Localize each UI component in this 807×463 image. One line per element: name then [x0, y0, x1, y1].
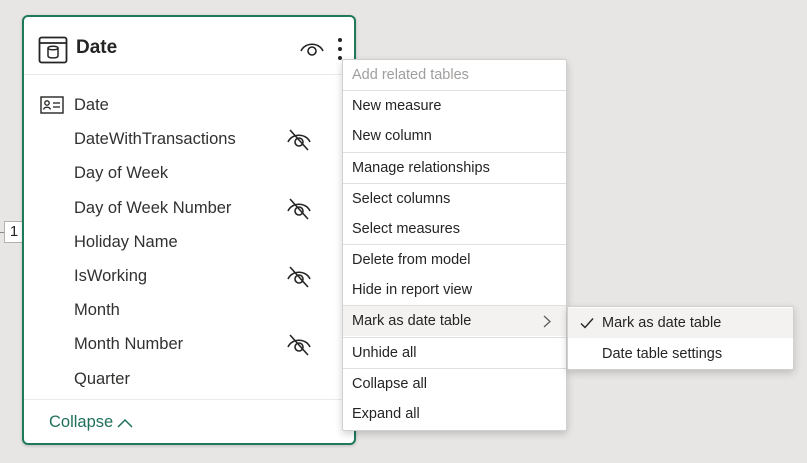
relationship-cardinality-marker[interactable]: 1 [4, 221, 24, 243]
menu-item-label: Select measures [352, 221, 460, 237]
menu-item-label: Add related tables [352, 67, 469, 83]
menu-item-unhide-all[interactable]: Unhide all [343, 338, 566, 368]
menu-item-label: Hide in report view [352, 282, 473, 298]
field-row-day-of-week[interactable]: Day of Week [24, 157, 354, 191]
menu-item-label: Select columns [352, 191, 451, 207]
field-label: Quarter [74, 370, 130, 388]
field-row-datewithtransactions[interactable]: DateWithTransactions [24, 123, 354, 157]
hidden-eye-icon[interactable] [286, 128, 312, 152]
menu-item-label: New column [352, 128, 432, 144]
menu-item-label: Collapse all [352, 376, 427, 392]
menu-item-add-related-tables[interactable]: Add related tables [343, 60, 566, 90]
field-label: Month [74, 301, 120, 319]
menu-item-new-column[interactable]: New column [343, 121, 566, 151]
submenu-item-label: Mark as date table [602, 315, 722, 331]
field-row-isworking[interactable]: IsWorking [24, 260, 354, 294]
field-row-date[interactable]: Date [24, 89, 354, 123]
card-divider [24, 399, 354, 400]
field-row-quarter[interactable]: Quarter [24, 363, 354, 397]
field-label: Date [74, 96, 109, 114]
hidden-eye-icon[interactable] [286, 197, 312, 221]
submenu-item-mark-as-date-table[interactable]: Mark as date table [568, 308, 793, 338]
menu-item-hide-in-report-view[interactable]: Hide in report view [343, 275, 566, 305]
field-label: Day of Week Number [74, 199, 232, 217]
menu-item-manage-relationships[interactable]: Manage relationships [343, 153, 566, 183]
table-icon [38, 36, 68, 64]
menu-item-label: Mark as date table [352, 313, 472, 329]
field-label: Day of Week [74, 164, 169, 182]
table-title: Date [76, 37, 118, 58]
field-row-holiday-name[interactable]: Holiday Name [24, 226, 354, 260]
collapse-label: Collapse [49, 413, 114, 431]
menu-item-mark-as-date-table[interactable]: Mark as date table [343, 306, 566, 336]
submenu-mark-as-date-table: Mark as date table Date table settings [567, 306, 794, 370]
id-card-icon [40, 96, 64, 114]
table-card-date[interactable]: Date Date DateWithTransactions Day of We… [22, 15, 356, 445]
field-row-month[interactable]: Month [24, 294, 354, 328]
menu-item-select-measures[interactable]: Select measures [343, 214, 566, 244]
field-row-month-number[interactable]: Month Number [24, 328, 354, 362]
menu-item-label: Unhide all [352, 345, 417, 361]
menu-item-new-measure[interactable]: New measure [343, 91, 566, 121]
table-card-header: Date [24, 17, 354, 75]
checkmark-icon [580, 318, 594, 329]
chevron-right-icon [543, 315, 551, 328]
context-menu: Add related tables New measure New colum… [342, 59, 567, 431]
field-label: IsWorking [74, 267, 148, 285]
menu-item-delete-from-model[interactable]: Delete from model [343, 245, 566, 275]
submenu-item-label: Date table settings [602, 346, 723, 362]
field-row-day-of-week-number[interactable]: Day of Week Number [24, 192, 354, 226]
field-label: Month Number [74, 335, 184, 353]
chevron-up-icon [117, 418, 133, 428]
menu-item-label: Manage relationships [352, 160, 490, 176]
menu-item-label: Delete from model [352, 252, 471, 268]
menu-item-select-columns[interactable]: Select columns [343, 184, 566, 214]
field-label: Holiday Name [74, 233, 178, 251]
field-label: DateWithTransactions [74, 130, 236, 148]
menu-item-collapse-all[interactable]: Collapse all [343, 369, 566, 399]
hidden-eye-icon[interactable] [286, 265, 312, 289]
menu-item-label: New measure [352, 98, 442, 114]
eye-icon[interactable] [299, 39, 325, 59]
submenu-item-date-table-settings[interactable]: Date table settings [568, 339, 793, 369]
hidden-eye-icon[interactable] [286, 333, 312, 357]
menu-item-label: Expand all [352, 406, 420, 422]
menu-item-expand-all[interactable]: Expand all [343, 399, 566, 429]
collapse-button[interactable]: Collapse [49, 413, 133, 432]
